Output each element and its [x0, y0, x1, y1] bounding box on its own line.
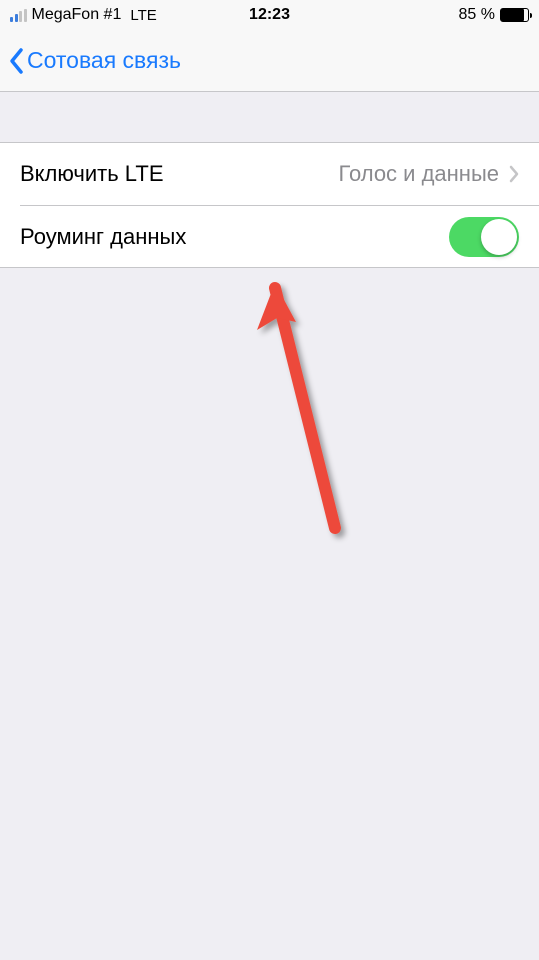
back-button[interactable]: Сотовая связь — [8, 47, 181, 75]
status-right: 85 % — [459, 6, 529, 24]
enable-lte-value: Голос и данные — [339, 161, 499, 187]
settings-group: Включить LTE Голос и данные Роуминг данн… — [0, 142, 539, 268]
carrier-label: MegaFon #1 — [32, 6, 122, 24]
enable-lte-row[interactable]: Включить LTE Голос и данные — [0, 143, 539, 205]
back-label: Сотовая связь — [27, 47, 181, 74]
network-type-label: LTE — [130, 7, 156, 24]
clock-label: 12:23 — [249, 6, 290, 24]
toggle-knob — [481, 219, 517, 255]
data-roaming-toggle[interactable] — [449, 217, 519, 257]
status-left: MegaFon #1 LTE — [10, 6, 157, 24]
data-roaming-row: Роуминг данных — [20, 205, 539, 267]
status-bar: MegaFon #1 LTE 12:23 85 % — [0, 0, 539, 30]
navigation-bar: Сотовая связь — [0, 30, 539, 92]
enable-lte-label: Включить LTE — [20, 161, 339, 187]
chevron-back-icon — [8, 47, 24, 75]
chevron-right-icon — [509, 165, 519, 183]
battery-icon — [500, 8, 529, 22]
annotation-arrow-icon — [255, 278, 365, 548]
battery-percentage-label: 85 % — [459, 6, 495, 24]
data-roaming-label: Роуминг данных — [20, 224, 449, 250]
signal-strength-icon — [10, 9, 27, 22]
